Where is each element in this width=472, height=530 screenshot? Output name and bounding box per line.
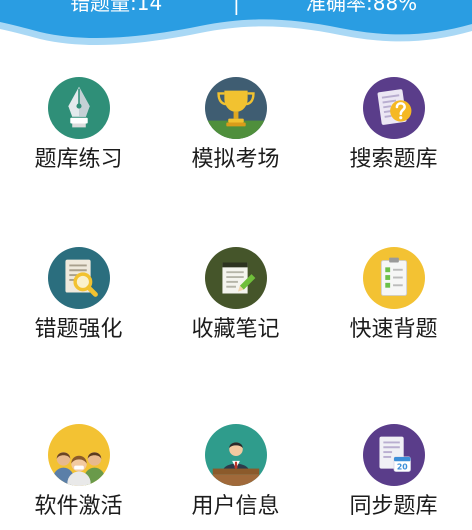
menu-item-label: 搜索题库 (349, 147, 438, 172)
stat-separator: | (233, 0, 240, 15)
menu-item-wrong-question-drill[interactable]: 错题强化 (0, 247, 157, 343)
notepad-pencil-icon[interactable] (204, 247, 267, 309)
menu-item-quick-recite[interactable]: 快速背题 (315, 247, 472, 343)
user-at-desk-icon[interactable] (204, 424, 267, 486)
menu-item-label: 同步题库 (349, 494, 438, 519)
accuracy-stat: 准确率:88% (306, 0, 418, 15)
menu-item-saved-notes[interactable]: 收藏笔记 (157, 247, 314, 343)
menu-item-search-question-bank[interactable]: 搜索题库 (315, 77, 472, 173)
header-banner: 错题量:14 | 准确率:88% (0, 0, 472, 60)
question-document-icon[interactable] (362, 77, 425, 139)
menu-item-label: 模拟考场 (191, 147, 280, 172)
menu-item-user-info[interactable]: 用户信息 (157, 424, 314, 520)
menu-item-label: 用户信息 (191, 494, 280, 519)
wrong-count-stat: 错题量:14 (70, 0, 163, 15)
menu-item-label: 软件激活 (34, 494, 123, 519)
clipboard-checklist-icon[interactable] (362, 247, 425, 309)
menu-item-label: 错题强化 (34, 317, 123, 342)
people-group-icon[interactable] (47, 424, 110, 486)
menu-item-sync-question-bank[interactable]: 20 同步题库 (315, 424, 472, 520)
menu-item-label: 收藏笔记 (191, 317, 280, 342)
calendar-date-badge: 20 (396, 463, 407, 472)
trophy-icon[interactable] (204, 77, 267, 139)
menu-item-label: 快速背题 (349, 317, 438, 342)
menu-item-question-bank-practice[interactable]: 题库练习 (0, 77, 157, 173)
menu-item-label: 题库练习 (34, 147, 123, 172)
calendar-document-icon[interactable]: 20 (362, 424, 425, 486)
menu-item-mock-exam[interactable]: 模拟考场 (157, 77, 314, 173)
menu-item-software-activation[interactable]: 软件激活 (0, 424, 157, 520)
pen-nib-icon[interactable] (47, 77, 110, 139)
magnifier-document-icon[interactable] (47, 247, 110, 309)
